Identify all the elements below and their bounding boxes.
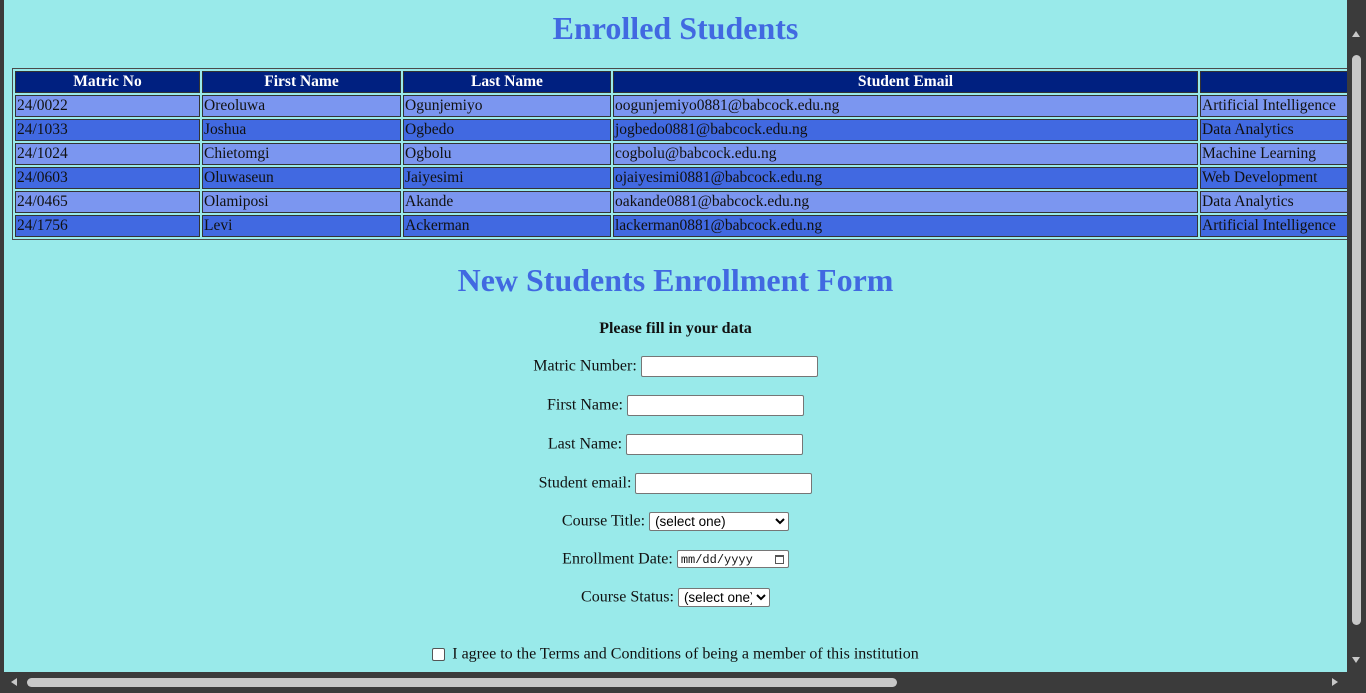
header-first-name: First Name <box>202 71 401 93</box>
cell-matric: 24/1756 <box>15 215 200 237</box>
table-row: 24/0465 Olamiposi Akande oakande0881@bab… <box>15 191 1347 213</box>
vertical-scrollbar[interactable] <box>1347 0 1366 672</box>
calendar-icon[interactable] <box>774 555 784 565</box>
cell-course: Web Development <box>1200 167 1347 189</box>
cell-course: Artificial Intelligence <box>1200 95 1347 117</box>
cell-email: oakande0881@babcock.edu.ng <box>613 191 1198 213</box>
cell-last-name: Akande <box>403 191 611 213</box>
matric-number-input[interactable] <box>640 356 818 377</box>
course-title-label: Course Title: <box>561 512 646 530</box>
cell-matric: 24/0603 <box>15 167 200 189</box>
cell-course: Artificial Intelligence <box>1200 215 1347 237</box>
cell-last-name: Ogbedo <box>403 119 611 141</box>
cell-course: Data Analytics <box>1200 119 1347 141</box>
header-course: C <box>1200 71 1347 93</box>
cell-last-name: Ogunjemiyo <box>403 95 611 117</box>
terms-checkbox[interactable] <box>432 647 446 661</box>
form-title: New Students Enrollment Form <box>457 262 894 298</box>
table-row: 24/1033 Joshua Ogbedo jogbedo0881@babcoc… <box>15 119 1347 141</box>
cell-first-name: Oluwaseun <box>202 167 401 189</box>
header-matric-no: Matric No <box>15 71 200 93</box>
scroll-up-arrow-icon[interactable] <box>1352 31 1360 37</box>
page-title: Enrolled Students <box>552 10 799 46</box>
student-email-input[interactable] <box>635 473 813 494</box>
cell-last-name: Ackerman <box>403 215 611 237</box>
cell-matric: 24/1033 <box>15 119 200 141</box>
date-placeholder: mm/dd/yyyy <box>680 553 753 568</box>
scroll-down-arrow-icon[interactable] <box>1352 657 1360 663</box>
cell-course: Data Analytics <box>1200 191 1347 213</box>
course-title-select[interactable]: (select one) <box>649 512 790 531</box>
cell-last-name: Jaiyesimi <box>403 167 611 189</box>
matric-number-label: Matric Number: <box>533 357 637 375</box>
scroll-left-arrow-icon[interactable] <box>11 678 17 686</box>
table-header-row: Matric No First Name Last Name Student E… <box>15 71 1347 93</box>
horizontal-scroll-thumb[interactable] <box>27 678 897 687</box>
cell-first-name: Joshua <box>202 119 401 141</box>
course-status-label: Course Status: <box>581 588 674 606</box>
enrolled-students-table: Matric No First Name Last Name Student E… <box>12 68 1347 240</box>
cell-email: lackerman0881@babcock.edu.ng <box>613 215 1198 237</box>
cell-email: oogunjemiyo0881@babcock.edu.ng <box>613 95 1198 117</box>
last-name-input[interactable] <box>626 434 804 455</box>
last-name-label: Last Name: <box>547 435 623 453</box>
cell-email: ojaiyesimi0881@babcock.edu.ng <box>613 167 1198 189</box>
scroll-right-arrow-icon[interactable] <box>1332 678 1338 686</box>
horizontal-scrollbar[interactable] <box>0 672 1366 693</box>
enrollment-date-input[interactable]: mm/dd/yyyy <box>676 550 789 569</box>
cell-first-name: Oreoluwa <box>202 95 401 117</box>
form-subtitle: Please fill in your data <box>599 320 752 337</box>
first-name-label: First Name: <box>547 396 623 414</box>
enrollment-date-label: Enrollment Date: <box>562 550 673 568</box>
table-row: 24/1756 Levi Ackerman lackerman0881@babc… <box>15 215 1347 237</box>
header-student-email: Student Email <box>613 71 1198 93</box>
first-name-input[interactable] <box>627 395 804 416</box>
vertical-scroll-thumb[interactable] <box>1352 55 1361 625</box>
cell-first-name: Olamiposi <box>202 191 401 213</box>
table-row: 24/1024 Chietomgi Ogbolu cogbolu@babcock… <box>15 143 1347 165</box>
cell-email: cogbolu@babcock.edu.ng <box>613 143 1198 165</box>
cell-matric: 24/1024 <box>15 143 200 165</box>
page-viewport: Enrolled Students Matric No First Name L… <box>4 0 1347 672</box>
header-last-name: Last Name <box>403 71 611 93</box>
cell-matric: 24/0465 <box>15 191 200 213</box>
table-row: 24/0603 Oluwaseun Jaiyesimi ojaiyesimi08… <box>15 167 1347 189</box>
student-email-label: Student email: <box>538 474 632 492</box>
cell-course: Machine Learning <box>1200 143 1347 165</box>
course-status-select[interactable]: (select one) <box>677 588 770 607</box>
table-row: 24/0022 Oreoluwa Ogunjemiyo oogunjemiyo0… <box>15 95 1347 117</box>
cell-first-name: Levi <box>202 215 401 237</box>
terms-label: I agree to the Terms and Conditions of b… <box>452 645 919 663</box>
cell-email: jogbedo0881@babcock.edu.ng <box>613 119 1198 141</box>
cell-last-name: Ogbolu <box>403 143 611 165</box>
cell-first-name: Chietomgi <box>202 143 401 165</box>
cell-matric: 24/0022 <box>15 95 200 117</box>
